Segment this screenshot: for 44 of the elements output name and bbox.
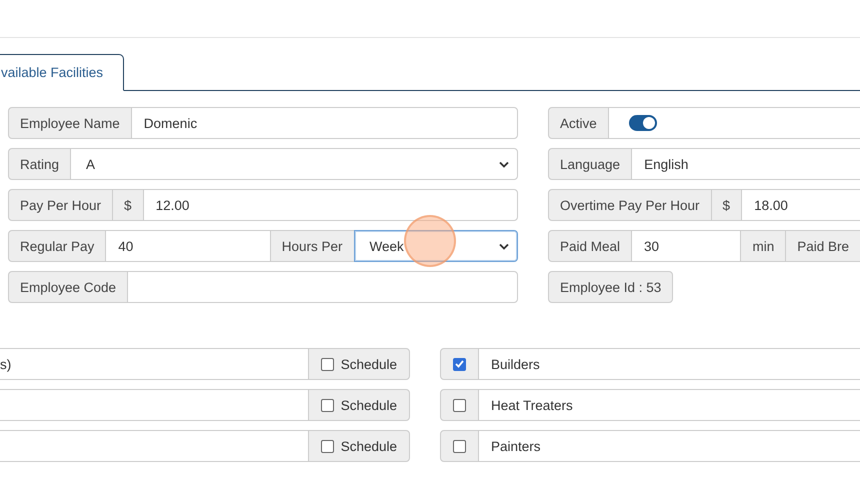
schedule-label: Schedule bbox=[340, 398, 397, 412]
checkbox[interactable] bbox=[453, 358, 466, 370]
field-label: Regular Pay bbox=[8, 230, 106, 262]
field-label: Employee Name bbox=[8, 107, 132, 139]
field-addon: $ bbox=[710, 189, 742, 221]
facility-name: Heat Treaters bbox=[478, 389, 860, 421]
select-field[interactable]: A bbox=[70, 148, 518, 180]
field-addon: Paid Bre bbox=[785, 230, 860, 262]
field-label: Active bbox=[548, 107, 609, 139]
checkbox[interactable] bbox=[453, 398, 466, 412]
field-label: Employee Code bbox=[8, 271, 128, 303]
select-field[interactable]: Week bbox=[354, 230, 518, 262]
field-label: Paid Meal bbox=[548, 230, 632, 262]
checkbox[interactable] bbox=[320, 440, 334, 452]
input-field[interactable] bbox=[127, 271, 518, 303]
chevron-down-icon bbox=[499, 242, 510, 250]
input-field[interactable]: Domenic bbox=[130, 107, 518, 139]
checkbox[interactable] bbox=[453, 440, 466, 452]
field-label: Rating bbox=[8, 148, 72, 180]
input-field[interactable]: 18.00 bbox=[741, 189, 860, 221]
input-field[interactable]: s) bbox=[0, 348, 309, 380]
input-field[interactable] bbox=[0, 430, 309, 462]
input-field[interactable]: 12.00 bbox=[142, 189, 518, 221]
click-indicator bbox=[404, 215, 456, 267]
field-addon: min bbox=[740, 230, 786, 262]
input-field[interactable]: English bbox=[631, 148, 860, 180]
field-label: Overtime Pay Per Hour bbox=[548, 189, 712, 221]
schedule-label: Schedule bbox=[340, 356, 397, 372]
checkbox[interactable] bbox=[320, 398, 334, 412]
input-field[interactable]: 40 bbox=[105, 230, 271, 262]
input-field[interactable]: 30 bbox=[631, 230, 742, 262]
toggle-switch[interactable] bbox=[628, 115, 657, 131]
facility-name: Painters bbox=[478, 430, 860, 462]
field-label: Employee Id : 53 bbox=[548, 271, 674, 303]
field-addon: $ bbox=[112, 189, 144, 221]
input-field[interactable] bbox=[0, 389, 309, 421]
field-label: Pay Per Hour bbox=[8, 189, 114, 221]
schedule-label: Schedule bbox=[340, 438, 397, 454]
field-addon: Hours Per bbox=[270, 230, 355, 262]
tab[interactable]: vailable Facilities bbox=[0, 54, 124, 91]
checkbox[interactable] bbox=[320, 358, 334, 370]
facility-name: Builders bbox=[478, 348, 860, 380]
field-label: Language bbox=[548, 148, 632, 180]
chevron-down-icon bbox=[499, 160, 509, 168]
